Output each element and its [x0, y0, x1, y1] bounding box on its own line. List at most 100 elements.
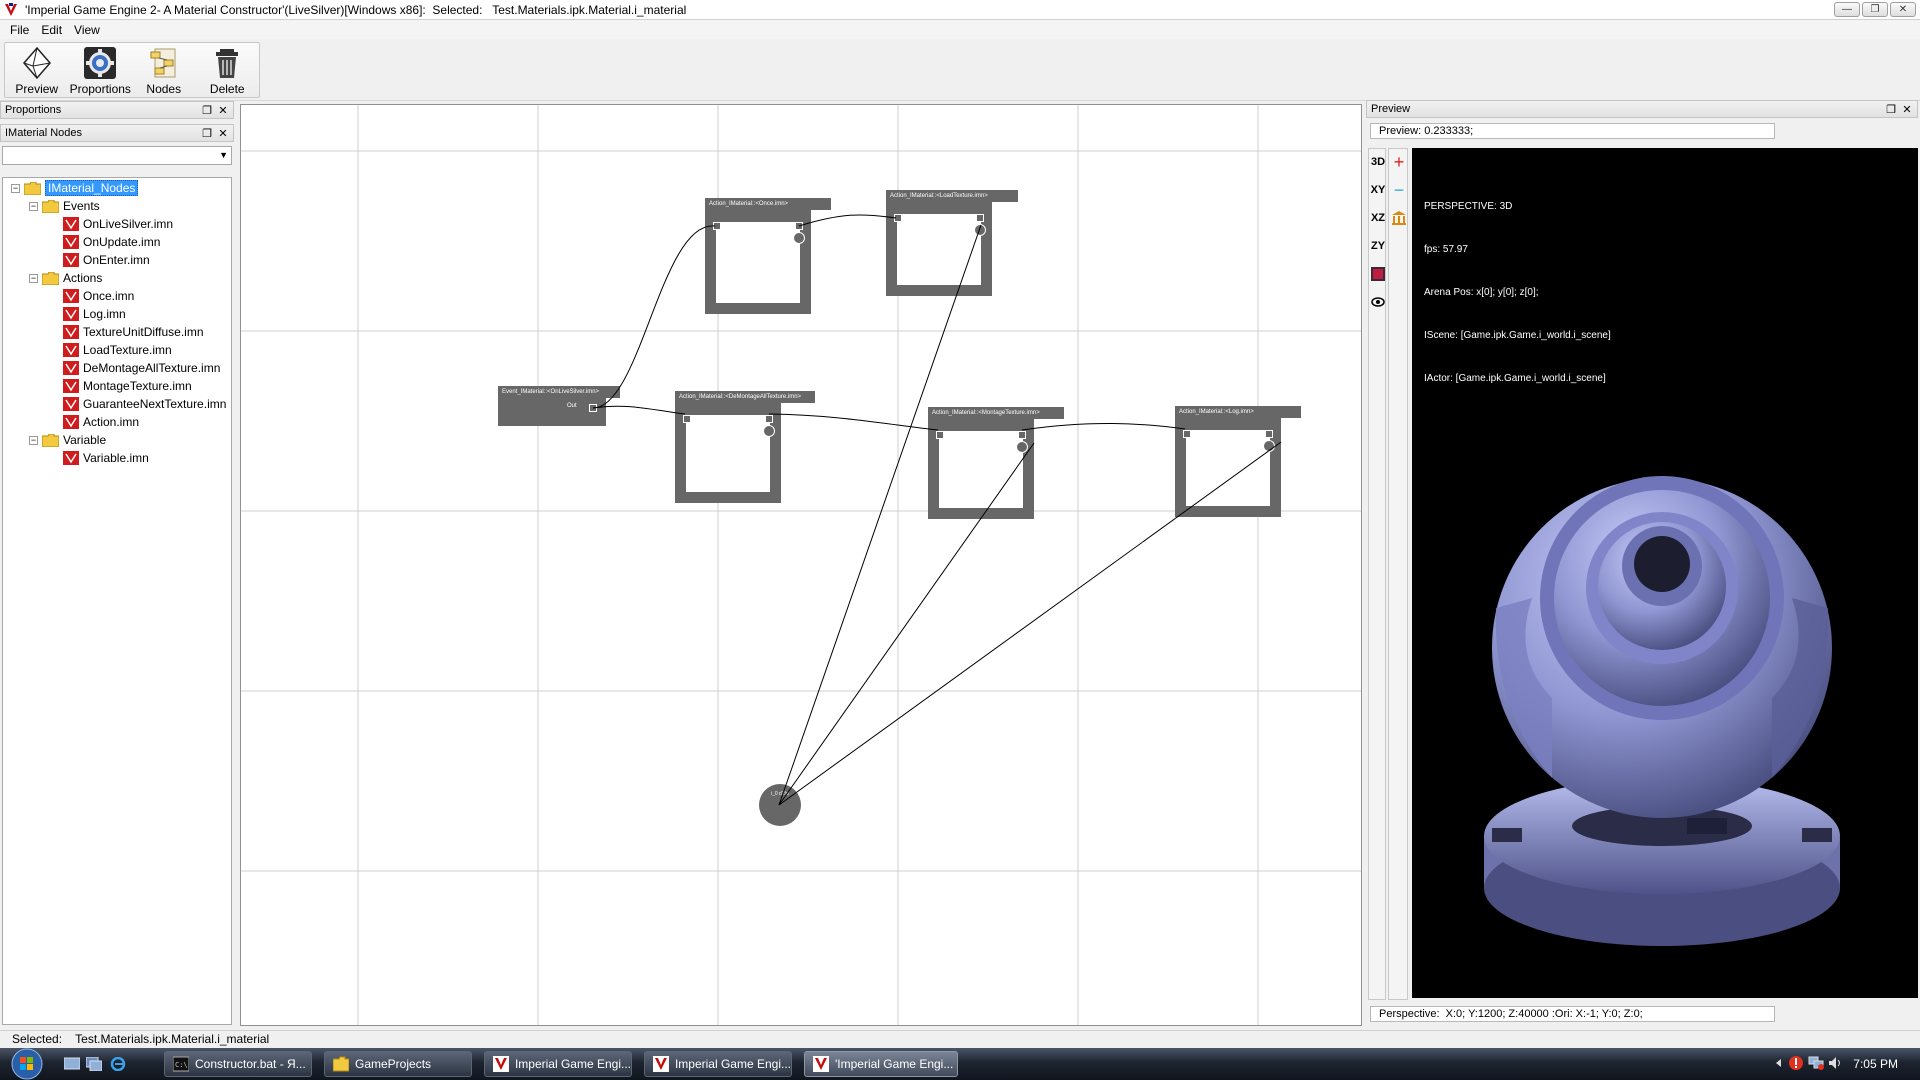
perspective-coordinates-field[interactable]: Perspective: X:0; Y:1200; Z:40000 :Ori: …: [1370, 1006, 1775, 1022]
material-node-icon: [63, 289, 79, 303]
tree-group-actions[interactable]: − Actions: [29, 269, 102, 287]
close-panel-icon[interactable]: ✕: [217, 104, 229, 117]
close-panel-icon[interactable]: ✕: [1901, 103, 1913, 116]
tree-item[interactable]: OnEnter.imn: [63, 251, 150, 269]
3d-viewport[interactable]: PERSPECTIVE: 3D fps: 57.97 Arena Pos: x[…: [1412, 148, 1918, 998]
float-panel-icon[interactable]: ❐: [1885, 103, 1897, 116]
menu-edit[interactable]: Edit: [35, 23, 68, 37]
window-title: 'Imperial Game Engine 2- A Material Cons…: [25, 2, 687, 17]
preview-value-field[interactable]: Preview: 0.233333;: [1370, 123, 1775, 139]
minimize-icon: —: [1842, 3, 1852, 15]
transform-toolbar: + −: [1388, 148, 1408, 1000]
material-node-icon: [63, 217, 79, 231]
remove-icon[interactable]: −: [1390, 180, 1408, 200]
tree-group-label: Actions: [63, 271, 103, 285]
delete-button[interactable]: Delete: [196, 43, 260, 97]
fps-readout: fps: 57.97: [1424, 244, 1468, 255]
app-logo-icon: [813, 1056, 829, 1072]
taskbar-item-label: Constructor.bat - Я...: [195, 1057, 306, 1071]
nodes-icon: [150, 48, 176, 78]
taskbar-item-engine-active[interactable]: 'Imperial Game Engi...: [804, 1051, 958, 1077]
internet-explorer-icon[interactable]: [110, 1057, 126, 1071]
tree-item[interactable]: TextureUnitDiffuse.imn: [63, 323, 204, 341]
console-icon: C:\: [173, 1056, 189, 1072]
node-links: [592, 214, 1282, 806]
proportions-panel-title: Proportions: [5, 104, 62, 116]
tree-item-label: LoadTexture.imn: [83, 343, 172, 357]
app-logo-icon: [3, 1, 19, 18]
menu-view[interactable]: View: [68, 23, 106, 37]
close-panel-icon[interactable]: ✕: [217, 127, 229, 140]
tree-item[interactable]: MontageTexture.imn: [63, 377, 192, 395]
tree-group-variable[interactable]: − Variable: [29, 431, 106, 449]
tree-group-events[interactable]: − Events: [29, 197, 100, 215]
tree-item-label: Once.imn: [83, 289, 135, 303]
tray-expand-icon[interactable]: [1774, 1058, 1784, 1068]
float-panel-icon[interactable]: ❐: [201, 104, 213, 117]
collapse-icon[interactable]: −: [29, 435, 38, 445]
tree-root-label: IMaterial_Nodes: [45, 180, 139, 196]
start-button[interactable]: [6, 1048, 48, 1080]
material-node-icon: [63, 451, 79, 465]
collapse-icon[interactable]: −: [11, 183, 20, 193]
link-event-once: [592, 225, 716, 409]
color-swatch-icon[interactable]: [1369, 265, 1387, 283]
link-log-variable: [778, 441, 1282, 806]
restore-icon: ❐: [1870, 3, 1880, 15]
tree-item[interactable]: DeMontageAllTexture.imn: [63, 359, 220, 377]
tree-item[interactable]: OnLiveSilver.imn: [63, 215, 173, 233]
tree-item[interactable]: Log.imn: [63, 305, 126, 323]
menu-file[interactable]: File: [4, 23, 35, 37]
warning-icon[interactable]: [1788, 1055, 1804, 1071]
view-zy-button[interactable]: ZY: [1369, 237, 1387, 255]
add-icon[interactable]: +: [1390, 152, 1408, 172]
folder-icon: [24, 181, 41, 195]
nodes-button[interactable]: Nodes: [132, 43, 196, 97]
network-icon[interactable]: [1808, 1056, 1824, 1070]
iactor-readout: IActor: [Game.ipk.Game.i_world.i_scene]: [1424, 373, 1606, 384]
tree-group-label: Variable: [63, 433, 107, 447]
columns-icon[interactable]: [1390, 209, 1408, 227]
taskbar-item-constructor[interactable]: C:\ Constructor.bat - Я...: [164, 1051, 312, 1077]
material-node-icon: [63, 325, 79, 339]
link-once-load: [798, 214, 897, 227]
svg-text:C:\: C:\: [175, 1061, 188, 1069]
tree-item[interactable]: GuaranteeNextTexture.imn: [63, 395, 226, 413]
float-panel-icon[interactable]: ❐: [201, 127, 213, 140]
close-window-button[interactable]: ✕: [1890, 2, 1916, 17]
tree-item-label: TextureUnitDiffuse.imn: [83, 325, 204, 339]
collapse-icon[interactable]: −: [29, 273, 38, 283]
tree-item[interactable]: LoadTexture.imn: [63, 341, 172, 359]
restore-button[interactable]: ❐: [1862, 2, 1888, 17]
node-graph-canvas[interactable]: Action_IMaterial::<Once.imn> Action_IMat…: [240, 104, 1362, 1026]
preview-button[interactable]: Preview: [5, 43, 69, 97]
taskbar-item-label: 'Imperial Game Engi...: [835, 1057, 954, 1071]
volume-icon[interactable]: [1828, 1056, 1842, 1070]
app-logo-icon: [653, 1056, 669, 1072]
switch-windows-icon[interactable]: [86, 1057, 102, 1071]
view-3d-button[interactable]: 3D: [1369, 153, 1387, 171]
menu-bar: File Edit View: [0, 20, 1920, 39]
eye-icon[interactable]: [1369, 293, 1387, 311]
tree-item[interactable]: Once.imn: [63, 287, 134, 305]
tree-item[interactable]: Action.imn: [63, 413, 139, 431]
collapse-icon[interactable]: −: [29, 201, 38, 211]
proportions-button[interactable]: Proportions: [69, 43, 133, 97]
tree-root[interactable]: − IMaterial_Nodes: [11, 179, 139, 197]
proportions-panel-header: Proportions ❐ ✕: [0, 101, 234, 119]
view-xz-button[interactable]: XZ: [1369, 209, 1387, 227]
taskbar-item-engine-2[interactable]: Imperial Game Engi...: [644, 1051, 792, 1077]
tree-item[interactable]: Variable.imn: [63, 449, 149, 467]
material-node-icon: [63, 253, 79, 267]
node-filter-select[interactable]: ▼: [2, 146, 232, 165]
taskbar-item-engine-1[interactable]: Imperial Game Engi...: [484, 1051, 632, 1077]
clock[interactable]: 7:05 PM: [1853, 1057, 1898, 1071]
show-desktop-icon[interactable]: [64, 1057, 80, 1071]
tree-item[interactable]: OnUpdate.imn: [63, 233, 160, 251]
view-mode-toolbar: 3D XY XZ ZY: [1368, 148, 1386, 1000]
view-xy-button[interactable]: XY: [1369, 181, 1387, 199]
taskbar-item-gameprojects[interactable]: GameProjects: [324, 1051, 472, 1077]
minimize-button[interactable]: —: [1834, 2, 1860, 17]
system-tray: 7:05 PM: [1770, 1048, 1920, 1080]
app-logo-icon: [493, 1056, 509, 1072]
